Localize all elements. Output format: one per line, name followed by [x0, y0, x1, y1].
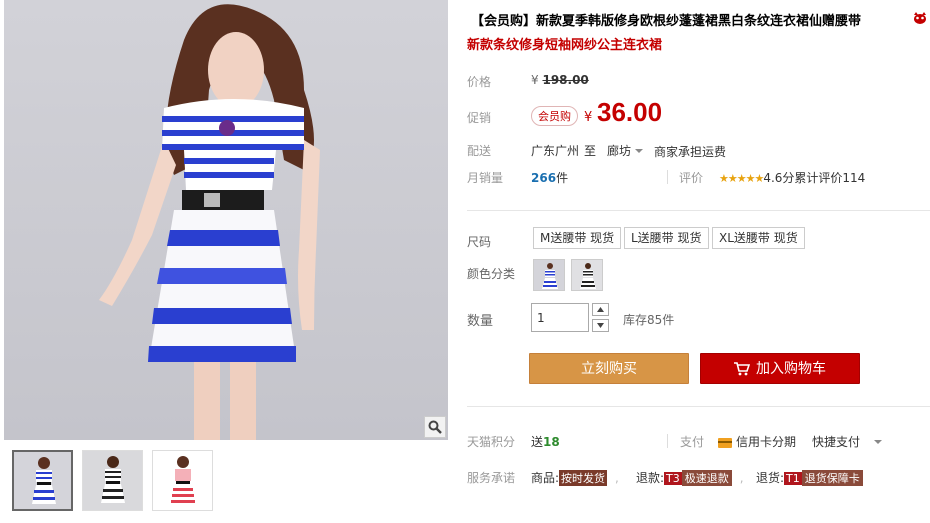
points-prefix: 送 — [531, 435, 544, 449]
service-return[interactable]: 退货: T1 退货保障卡 — [756, 469, 863, 486]
product-title: 【会员购】新款夏季韩版修身欧根纱蓬蓬裙黑白条纹连衣裙仙赠腰带 — [471, 14, 862, 29]
stock-count: 库存85件 — [623, 313, 675, 327]
price-label: 价格 — [467, 75, 492, 89]
color-option-black[interactable] — [571, 259, 603, 291]
member-badge: 会员购 — [531, 106, 578, 126]
rating-label: 评价 — [679, 171, 704, 185]
payment-label: 支付 — [680, 435, 705, 449]
monthly-sales: 266件 — [531, 169, 568, 186]
service-refund-label: 退款: — [636, 471, 665, 485]
on-time-delivery-badge: 按时发货 — [559, 470, 608, 486]
refund-code-badge: T3 — [664, 472, 682, 485]
fast-refund-badge: 极速退款 — [681, 470, 732, 486]
service-goods[interactable]: 商品: 按时发货, — [531, 469, 619, 486]
original-price: ¥ 198.00 — [531, 73, 589, 87]
buy-now-button[interactable]: 立刻购买 — [529, 353, 689, 384]
thumbnail-2[interactable] — [82, 450, 143, 511]
credit-card-installment[interactable]: 信用卡分期 — [718, 433, 796, 450]
quantity-increase-button[interactable] — [592, 303, 609, 316]
size-option-m[interactable]: M送腰带 现货 — [533, 227, 622, 249]
buy-now-label: 立刻购买 — [581, 361, 637, 377]
size-label: 尺码 — [467, 235, 492, 249]
quantity-input[interactable] — [531, 303, 589, 332]
chevron-down-icon — [597, 323, 604, 328]
sales-unit: 件 — [556, 171, 569, 185]
add-to-cart-label: 加入购物车 — [756, 361, 826, 377]
main-product-image[interactable] — [4, 0, 448, 440]
express-pay-label: 快捷支付 — [812, 435, 861, 449]
promo-price: 36.00 — [597, 97, 663, 127]
original-price-value: 198.00 — [542, 73, 589, 87]
promo-label: 促销 — [467, 111, 492, 125]
return-guarantee-badge: 退货保障卡 — [801, 470, 863, 486]
ship-from: 广东广州 — [531, 144, 580, 158]
thumbnail-1[interactable] — [12, 450, 73, 511]
chevron-down-icon — [635, 149, 644, 157]
service-goods-label: 商品: — [531, 471, 560, 485]
product-subtitle: 新款条纹修身短袖网纱公主连衣裙 — [467, 38, 663, 53]
rating-summary[interactable]: ★★★★★4.6分累计评价114 — [719, 169, 865, 186]
color-option-blue[interactable] — [533, 259, 565, 291]
section-divider — [467, 406, 930, 407]
quantity-label: 数量 — [467, 314, 494, 329]
service-return-label: 退货: — [756, 471, 785, 485]
rating-score: 4.6分 — [763, 171, 795, 185]
credit-card-icon — [718, 437, 732, 448]
divider — [667, 170, 668, 184]
color-label: 颜色分类 — [467, 267, 516, 281]
sales-count: 266 — [531, 171, 557, 185]
destination-value: 廊坊 — [607, 144, 632, 158]
thumbnail-strip — [12, 450, 213, 511]
return-code-badge: T1 — [784, 472, 802, 485]
review-count: 累计评价114 — [794, 171, 866, 185]
quantity-decrease-button[interactable] — [592, 319, 609, 332]
monthly-sales-label: 月销量 — [467, 171, 504, 185]
product-photo — [4, 0, 448, 440]
service-label: 服务承诺 — [467, 471, 516, 485]
shipping-label: 配送 — [467, 144, 492, 158]
points-amount: 18 — [543, 435, 560, 449]
shipping-fee: 商家承担运费 — [654, 145, 727, 159]
shopping-cart-icon — [734, 362, 751, 376]
service-refund[interactable]: 退款: T3 极速退款, — [636, 469, 744, 486]
destination-select[interactable]: 廊坊 — [607, 142, 644, 159]
divider — [667, 434, 668, 448]
chevron-down-icon — [874, 440, 883, 448]
points-value: 送18 — [531, 433, 560, 450]
magnifier-icon — [428, 420, 442, 434]
thumbnail-3[interactable] — [152, 450, 213, 511]
cat-mascot-icon — [914, 12, 926, 24]
add-to-cart-button[interactable]: 加入购物车 — [700, 353, 860, 384]
size-option-l[interactable]: L送腰带 现货 — [624, 227, 709, 249]
points-label: 天猫积分 — [467, 435, 516, 449]
credit-card-label: 信用卡分期 — [736, 435, 797, 449]
chevron-up-icon — [597, 307, 604, 312]
section-divider — [467, 210, 930, 211]
zoom-button[interactable] — [424, 416, 446, 438]
promo-currency: ¥ — [584, 110, 593, 125]
express-pay-select[interactable]: 快捷支付 — [812, 433, 883, 450]
size-option-xl[interactable]: XL送腰带 现货 — [712, 227, 805, 249]
ship-to-word: 至 — [584, 144, 597, 158]
star-rating-icon: ★★★★★ — [719, 172, 764, 185]
currency-symbol: ¥ — [531, 73, 539, 87]
